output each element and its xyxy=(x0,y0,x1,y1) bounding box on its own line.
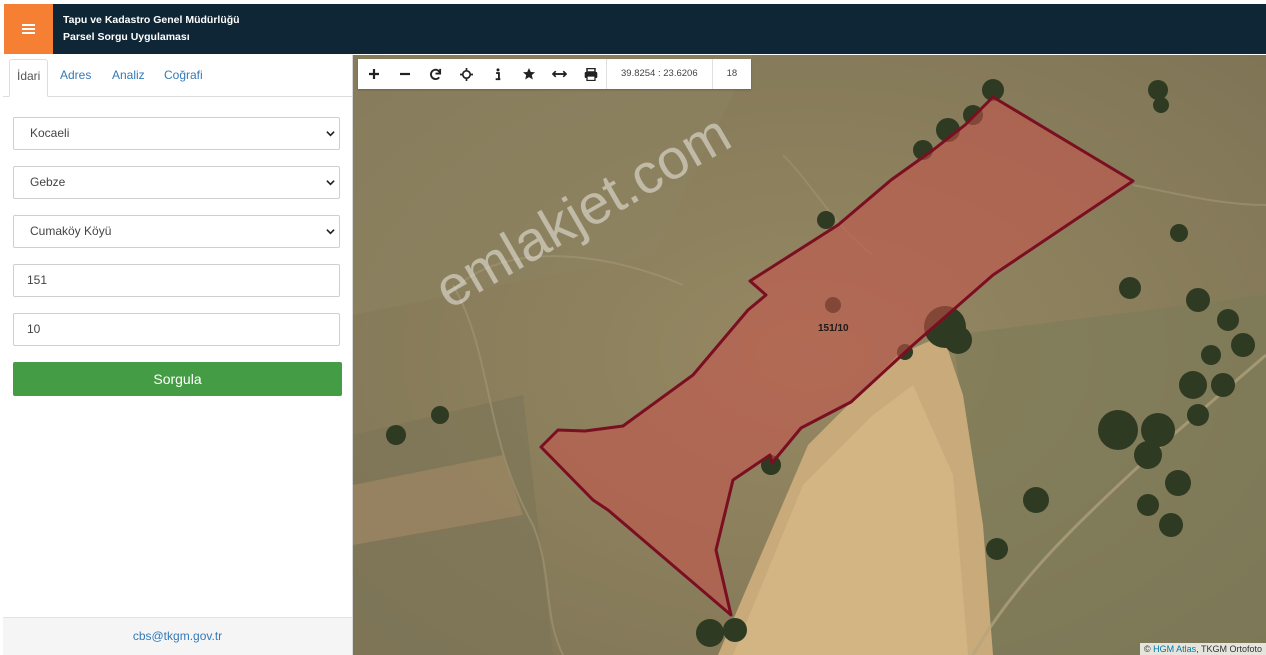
query-button[interactable]: Sorgula xyxy=(13,362,342,396)
district-select-value: Gebze xyxy=(30,175,66,189)
neighborhood-select[interactable]: Cumaköy Köyü xyxy=(13,215,340,248)
app-title: Tapu ve Kadastro Genel Müdürlüğü Parsel … xyxy=(63,12,240,46)
map-toolbar: 39.8254 : 23.6206 18 xyxy=(358,59,752,89)
neighborhood-select-value: Cumaköy Köyü xyxy=(30,224,112,238)
satellite-imagery xyxy=(353,55,1266,655)
chevron-down-icon xyxy=(326,180,335,186)
info-icon[interactable] xyxy=(482,59,513,89)
zoom-in-icon[interactable] xyxy=(358,59,389,89)
measure-distance-icon[interactable] xyxy=(544,59,575,89)
contact-email-link[interactable]: cbs@tkgm.gov.tr xyxy=(133,629,222,643)
attribution-suffix: , TKGM Ortofoto xyxy=(1196,644,1262,654)
hamburger-menu-icon xyxy=(22,24,35,34)
tab-cografi[interactable]: Coğrafi xyxy=(157,59,210,95)
refresh-icon[interactable] xyxy=(420,59,451,89)
block-number-input[interactable]: 151 xyxy=(13,264,340,297)
coordinate-readout: 39.8254 : 23.6206 xyxy=(606,59,712,89)
district-select[interactable]: Gebze xyxy=(13,166,340,199)
province-select-value: Kocaeli xyxy=(30,126,70,140)
chevron-down-icon xyxy=(326,229,335,235)
sidebar-tabs: İdari Adres Analiz Coğrafi xyxy=(3,55,352,97)
zoom-level-readout: 18 xyxy=(711,59,752,89)
print-icon[interactable] xyxy=(575,59,606,89)
app-name: Parsel Sorgu Uygulaması xyxy=(63,31,190,43)
tab-analiz[interactable]: Analiz xyxy=(105,59,152,95)
zoom-out-icon[interactable] xyxy=(389,59,420,89)
org-name: Tapu ve Kadastro Genel Müdürlüğü xyxy=(63,14,240,26)
chevron-down-icon xyxy=(326,131,335,137)
parcel-number-input[interactable]: 10 xyxy=(13,313,340,346)
tab-adres[interactable]: Adres xyxy=(53,59,98,95)
locate-icon[interactable] xyxy=(451,59,482,89)
map-view[interactable]: 151/10 emlakjet.com 39.8254 : 23.6206 18 xyxy=(353,55,1266,655)
attribution-prefix: © xyxy=(1143,644,1151,654)
tab-idari[interactable]: İdari xyxy=(9,59,49,97)
map-attribution: © HGM Atlas, TKGM Ortofoto xyxy=(1139,643,1266,655)
favorite-star-icon[interactable] xyxy=(513,59,544,89)
attribution-link[interactable]: HGM Atlas xyxy=(1153,644,1196,654)
sidebar-panel: İdari Adres Analiz Coğrafi Kocaeli Gebze… xyxy=(3,55,353,655)
province-select[interactable]: Kocaeli xyxy=(13,117,340,150)
menu-button[interactable] xyxy=(4,4,53,54)
top-bar: Tapu ve Kadastro Genel Müdürlüğü Parsel … xyxy=(0,0,1266,55)
sidebar-footer: cbs@tkgm.gov.tr xyxy=(3,617,352,655)
parcel-label: 151/10 xyxy=(818,323,849,334)
